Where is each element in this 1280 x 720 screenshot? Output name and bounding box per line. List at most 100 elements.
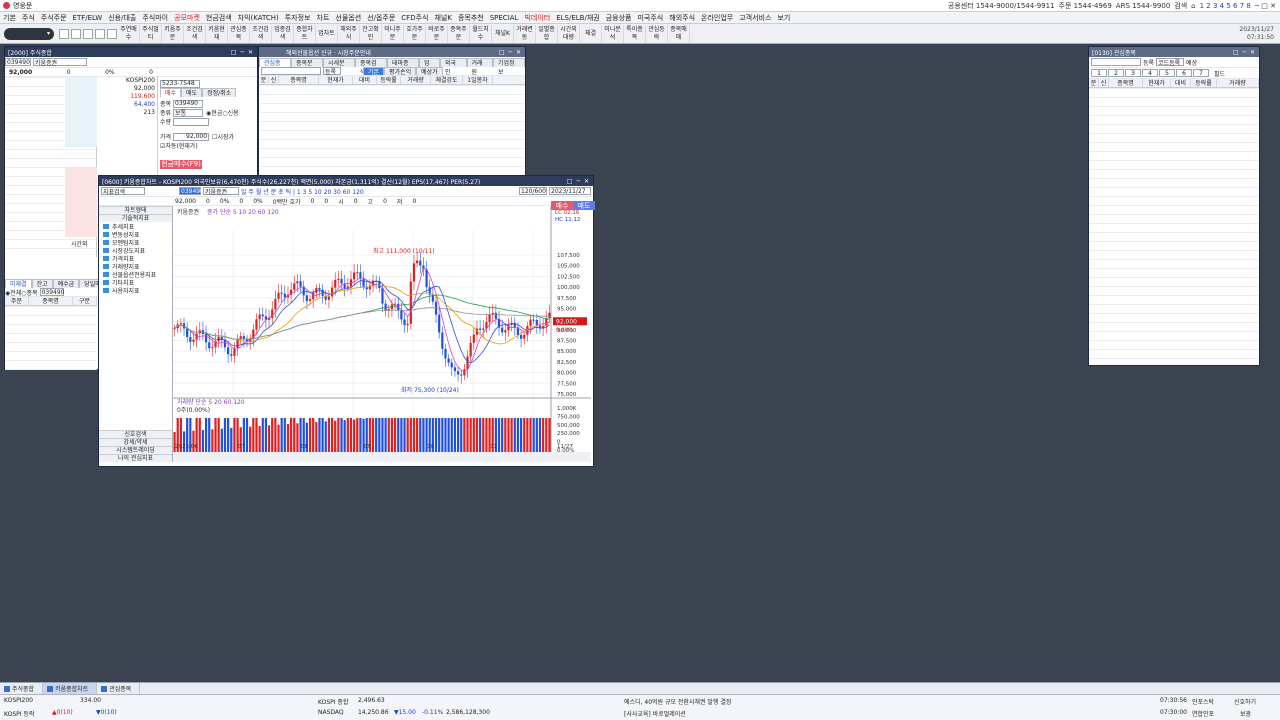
menu-item[interactable]: 빅데이터 bbox=[521, 13, 553, 23]
sidebar-bottom-button[interactable]: 시스템트레이딩 bbox=[99, 446, 172, 454]
right-watchlist-grid[interactable] bbox=[1089, 88, 1259, 360]
watch-view-tab[interactable]: 기본 bbox=[363, 67, 385, 75]
menu-item[interactable]: ELS/ELB/채권 bbox=[553, 13, 603, 23]
expect-checkbox[interactable]: 예상 bbox=[1186, 58, 1197, 67]
screen-pages[interactable]: 1 2 3 4 5 6 7 8 bbox=[1200, 2, 1251, 10]
order-code-input[interactable]: 039490 bbox=[173, 99, 204, 108]
right-register-button[interactable]: 등록 bbox=[1143, 58, 1154, 67]
chart-code-input[interactable]: 039490 bbox=[179, 187, 204, 195]
menu-item[interactable]: 금융상품 bbox=[603, 13, 635, 23]
indicator-folder[interactable]: 시장강도지표 bbox=[99, 246, 172, 255]
toolbar-button[interactable]: 키움주문 bbox=[162, 24, 184, 43]
sidebar-tab[interactable]: 기술적지표 bbox=[99, 214, 172, 222]
toolbar-button[interactable]: 업종검색 bbox=[272, 24, 294, 43]
signal-button[interactable]: 신호하기 bbox=[1234, 699, 1256, 706]
window-icon[interactable] bbox=[95, 28, 105, 39]
menu-item[interactable]: 주식 bbox=[19, 13, 38, 23]
indicator-folder[interactable]: 사용자지표 bbox=[99, 286, 172, 295]
menu-item[interactable]: 현금검색 bbox=[203, 13, 235, 23]
right-watch-tab[interactable]: 6 bbox=[1176, 69, 1192, 77]
toolbar-button[interactable]: 거래변동 bbox=[514, 24, 536, 43]
toolbar-button[interactable]: 월드지수 bbox=[470, 24, 492, 43]
field-button[interactable]: 필드 bbox=[1214, 69, 1225, 78]
menu-item[interactable]: 투자정보 bbox=[282, 13, 314, 23]
settings-icon[interactable] bbox=[107, 28, 117, 39]
watch-register-button[interactable]: 등록 bbox=[323, 67, 341, 75]
sidebar-tab[interactable]: 차트형태 bbox=[99, 206, 172, 214]
chart-date-input[interactable]: 2023/11/27 bbox=[549, 187, 591, 195]
candlestick-chart[interactable]: 107,500 105,000 102,500 100,000 97,500 95,000… bbox=[173, 206, 591, 462]
right-group-select[interactable] bbox=[1091, 58, 1141, 66]
toolbar-button[interactable]: 키움현재 bbox=[206, 24, 228, 43]
chart-area[interactable]: 107,500 105,000 102,500 100,000 97,500 95,000… bbox=[173, 206, 593, 462]
watch-tab[interactable]: 시세분석 bbox=[323, 58, 355, 76]
taskbar-item[interactable]: 키움종합차트 bbox=[43, 683, 98, 694]
watch-tab[interactable]: 거래원 bbox=[466, 58, 493, 76]
stock-radio[interactable]: ○종목 bbox=[21, 288, 37, 297]
period-count-input[interactable]: 120/600 bbox=[519, 187, 547, 195]
right-watch-tab[interactable]: 3 bbox=[1125, 69, 1141, 77]
right-watch-tab[interactable]: 5 bbox=[1159, 69, 1175, 77]
chart-buy-button[interactable]: 매수 bbox=[551, 201, 573, 210]
order-tab[interactable]: 매도 bbox=[181, 88, 203, 97]
toolbar-button[interactable]: 주연매수 bbox=[118, 24, 140, 43]
watch-group-select[interactable] bbox=[261, 67, 321, 75]
stock-code-input[interactable]: 039490 bbox=[5, 58, 31, 66]
chart-name-field[interactable]: 키움증권 bbox=[203, 187, 239, 196]
menu-item[interactable]: 미국주식 bbox=[634, 13, 666, 23]
toolbar-button[interactable]: 조건검색 bbox=[184, 24, 206, 43]
toolbar-button[interactable]: 시간외대량 bbox=[558, 24, 580, 43]
all-radio[interactable]: ◉전체 bbox=[5, 288, 21, 297]
toolbar-button[interactable]: 일별종합 bbox=[536, 24, 558, 43]
toolbar-button[interactable]: 특이종목 bbox=[624, 24, 646, 43]
window-controls[interactable]: □ ─ ✕ bbox=[499, 49, 522, 56]
menu-item[interactable]: SPECIAL bbox=[487, 14, 522, 22]
chart-sell-button[interactable]: 매도 bbox=[573, 201, 595, 210]
menu-item[interactable]: 주식주문 bbox=[38, 13, 70, 23]
menu-item[interactable]: 보기 bbox=[774, 13, 793, 23]
menu-item[interactable]: 온라인업무 bbox=[698, 13, 736, 23]
watch-tab[interactable]: 외국인 bbox=[440, 58, 467, 76]
search-link[interactable]: 검색 bbox=[1174, 1, 1187, 11]
holdings-tab[interactable]: 잔고 bbox=[31, 279, 53, 288]
toolbar-button[interactable]: 해외주식 bbox=[338, 24, 360, 43]
watch-tab[interactable]: 관심종목 bbox=[259, 58, 291, 76]
menu-item[interactable]: 선물옵션 bbox=[332, 13, 364, 23]
news-ticker-1[interactable]: 에스디, 40억원 규모 전환사채권 발행 결정 bbox=[624, 699, 731, 706]
watch-view-tab[interactable]: 예상가 bbox=[416, 67, 443, 75]
toolbar-button[interactable]: 바로주문 bbox=[426, 24, 448, 43]
news-ticker-2[interactable]: [사사교육] 바로멀레이션 bbox=[624, 711, 686, 718]
sidebar-bottom-button[interactable]: 나의 관심지표 bbox=[99, 454, 172, 462]
cash-buy-button[interactable]: 현금매수(F9) bbox=[160, 160, 202, 169]
indicator-search-input[interactable]: 지표검색 bbox=[101, 187, 145, 196]
order-tab[interactable]: 정정/취소 bbox=[202, 88, 237, 97]
menu-item[interactable]: 선/옵주문 bbox=[364, 13, 398, 23]
toolbar-button[interactable]: 관심등락 bbox=[646, 24, 668, 43]
screen-combo[interactable]: ▾ bbox=[4, 27, 54, 40]
order-tab[interactable]: 매수 bbox=[160, 88, 182, 97]
window-controls[interactable]: □ ─ ✕ bbox=[567, 178, 590, 185]
taskbar-item[interactable]: 주식종합 bbox=[0, 683, 44, 694]
toolbar-button[interactable]: 채널K bbox=[492, 24, 514, 43]
sidebar-bottom-button[interactable]: 강세/약세 bbox=[99, 438, 172, 446]
watchlist-grid[interactable] bbox=[259, 85, 525, 175]
menu-item[interactable]: 종목추천 bbox=[455, 13, 487, 23]
toolbar-button[interactable]: 종목매매 bbox=[668, 24, 690, 43]
watch-tab[interactable]: 종목분석 bbox=[291, 58, 323, 76]
toolbar-button[interactable]: 종목주문 bbox=[448, 24, 470, 43]
menu-item[interactable]: CFD주식 bbox=[398, 13, 431, 23]
auto-price-checkbox[interactable]: ☑자동(현재가) bbox=[160, 141, 198, 150]
window-controls[interactable]: □ ─ ✕ bbox=[231, 49, 254, 56]
watch-view-tab[interactable]: 평가손익 bbox=[384, 67, 417, 75]
right-watch-tab[interactable]: 2 bbox=[1108, 69, 1124, 77]
account-input[interactable]: 5233-7548 bbox=[160, 79, 200, 88]
watch-tab[interactable]: 업종 bbox=[419, 58, 440, 76]
menu-item[interactable]: 공모마켓 bbox=[171, 13, 203, 23]
chart-scrollbar[interactable] bbox=[173, 452, 591, 462]
menu-item[interactable]: 기본 bbox=[0, 13, 19, 23]
right-watch-tab[interactable]: 7 bbox=[1193, 69, 1209, 77]
code-register-button[interactable]: 코드등록 bbox=[1156, 58, 1185, 67]
toolbar-button[interactable]: 주식멀티 bbox=[140, 24, 162, 43]
toolbar-button[interactable]: 잔고확인 bbox=[360, 24, 382, 43]
folder-icon[interactable] bbox=[71, 28, 81, 39]
